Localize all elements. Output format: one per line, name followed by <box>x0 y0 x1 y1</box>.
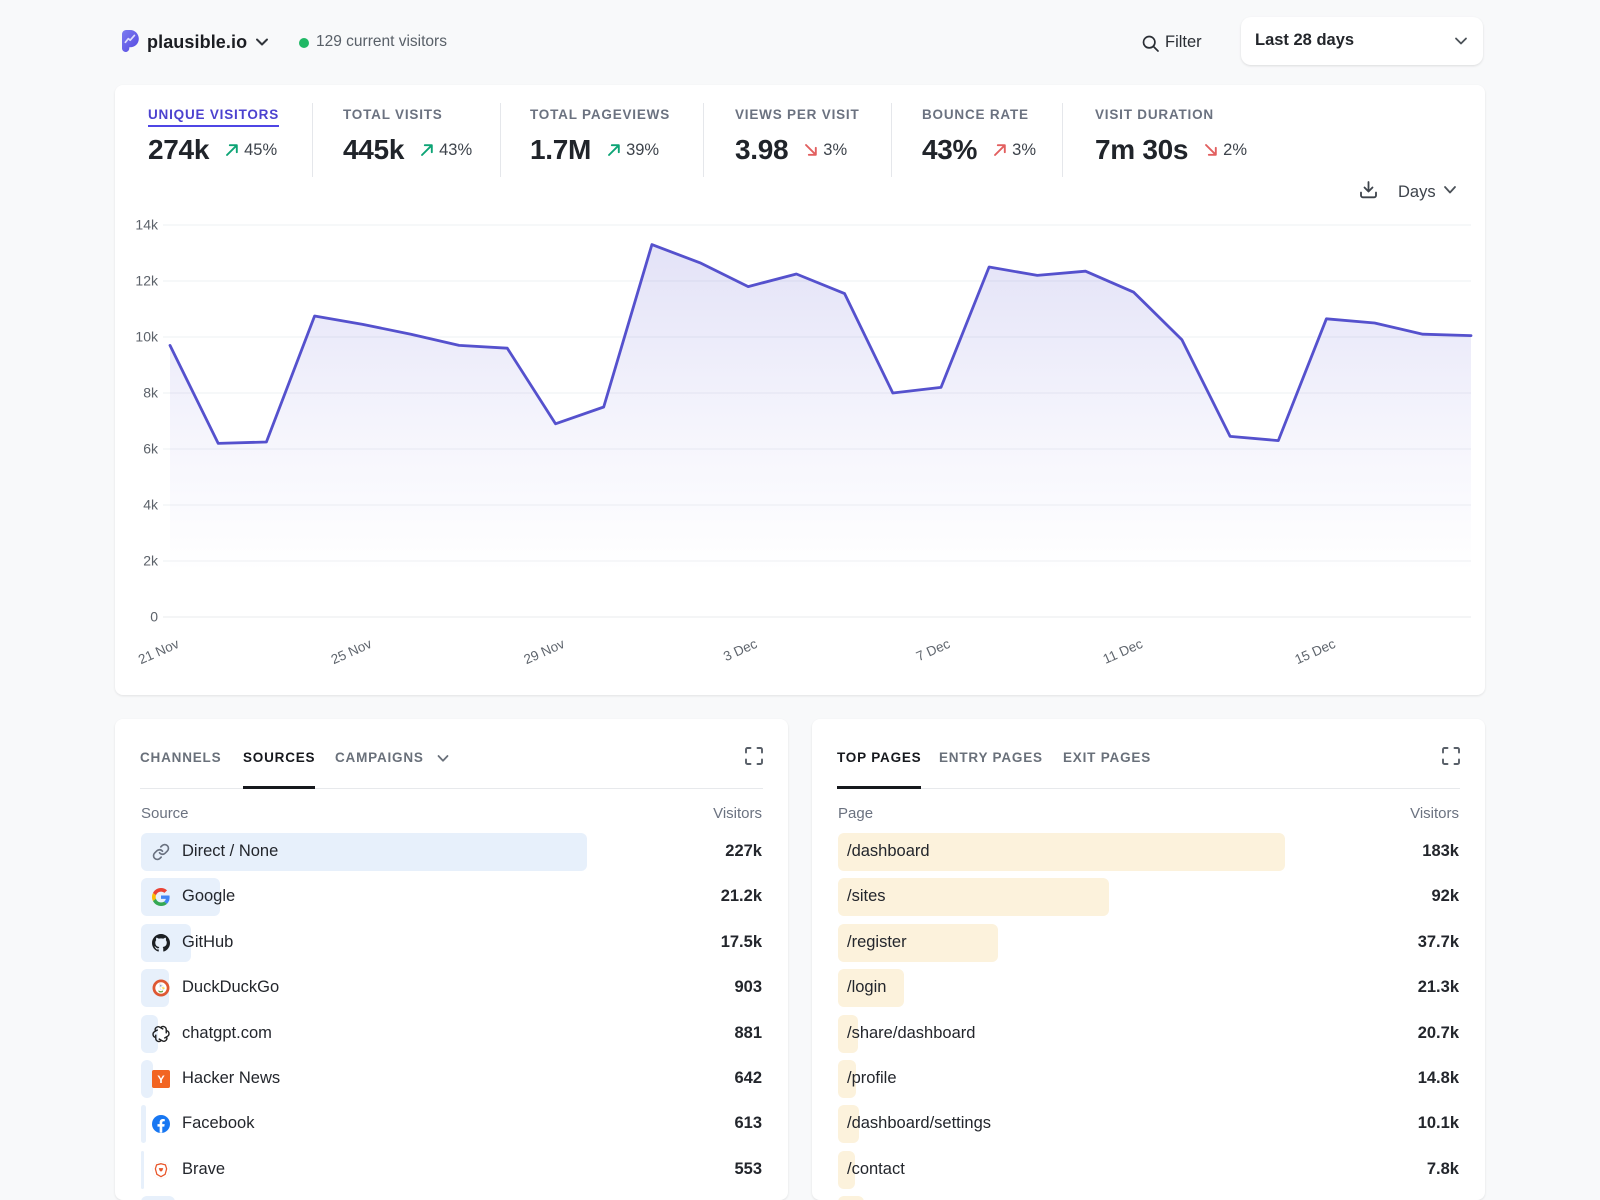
svg-text:Y: Y <box>157 1074 165 1086</box>
svg-text:25 Nov: 25 Nov <box>329 636 374 667</box>
svg-text:12k: 12k <box>135 273 159 289</box>
svg-text:Days: Days <box>1398 183 1436 201</box>
svg-text:6k: 6k <box>143 441 159 457</box>
svg-text:15 Dec: 15 Dec <box>1292 636 1337 667</box>
svg-text:29 Nov: 29 Nov <box>522 636 567 667</box>
svg-text:2k: 2k <box>143 553 159 569</box>
svg-text:21 Nov: 21 Nov <box>136 636 181 667</box>
svg-text:8k: 8k <box>143 385 159 401</box>
svg-text:7 Dec: 7 Dec <box>914 636 953 664</box>
svg-text:10k: 10k <box>135 329 159 345</box>
svg-text:4k: 4k <box>143 497 159 513</box>
svg-text:14k: 14k <box>135 217 159 233</box>
svg-text:11 Dec: 11 Dec <box>1101 636 1145 667</box>
svg-text:0: 0 <box>150 609 158 625</box>
svg-text:3 Dec: 3 Dec <box>721 636 760 664</box>
